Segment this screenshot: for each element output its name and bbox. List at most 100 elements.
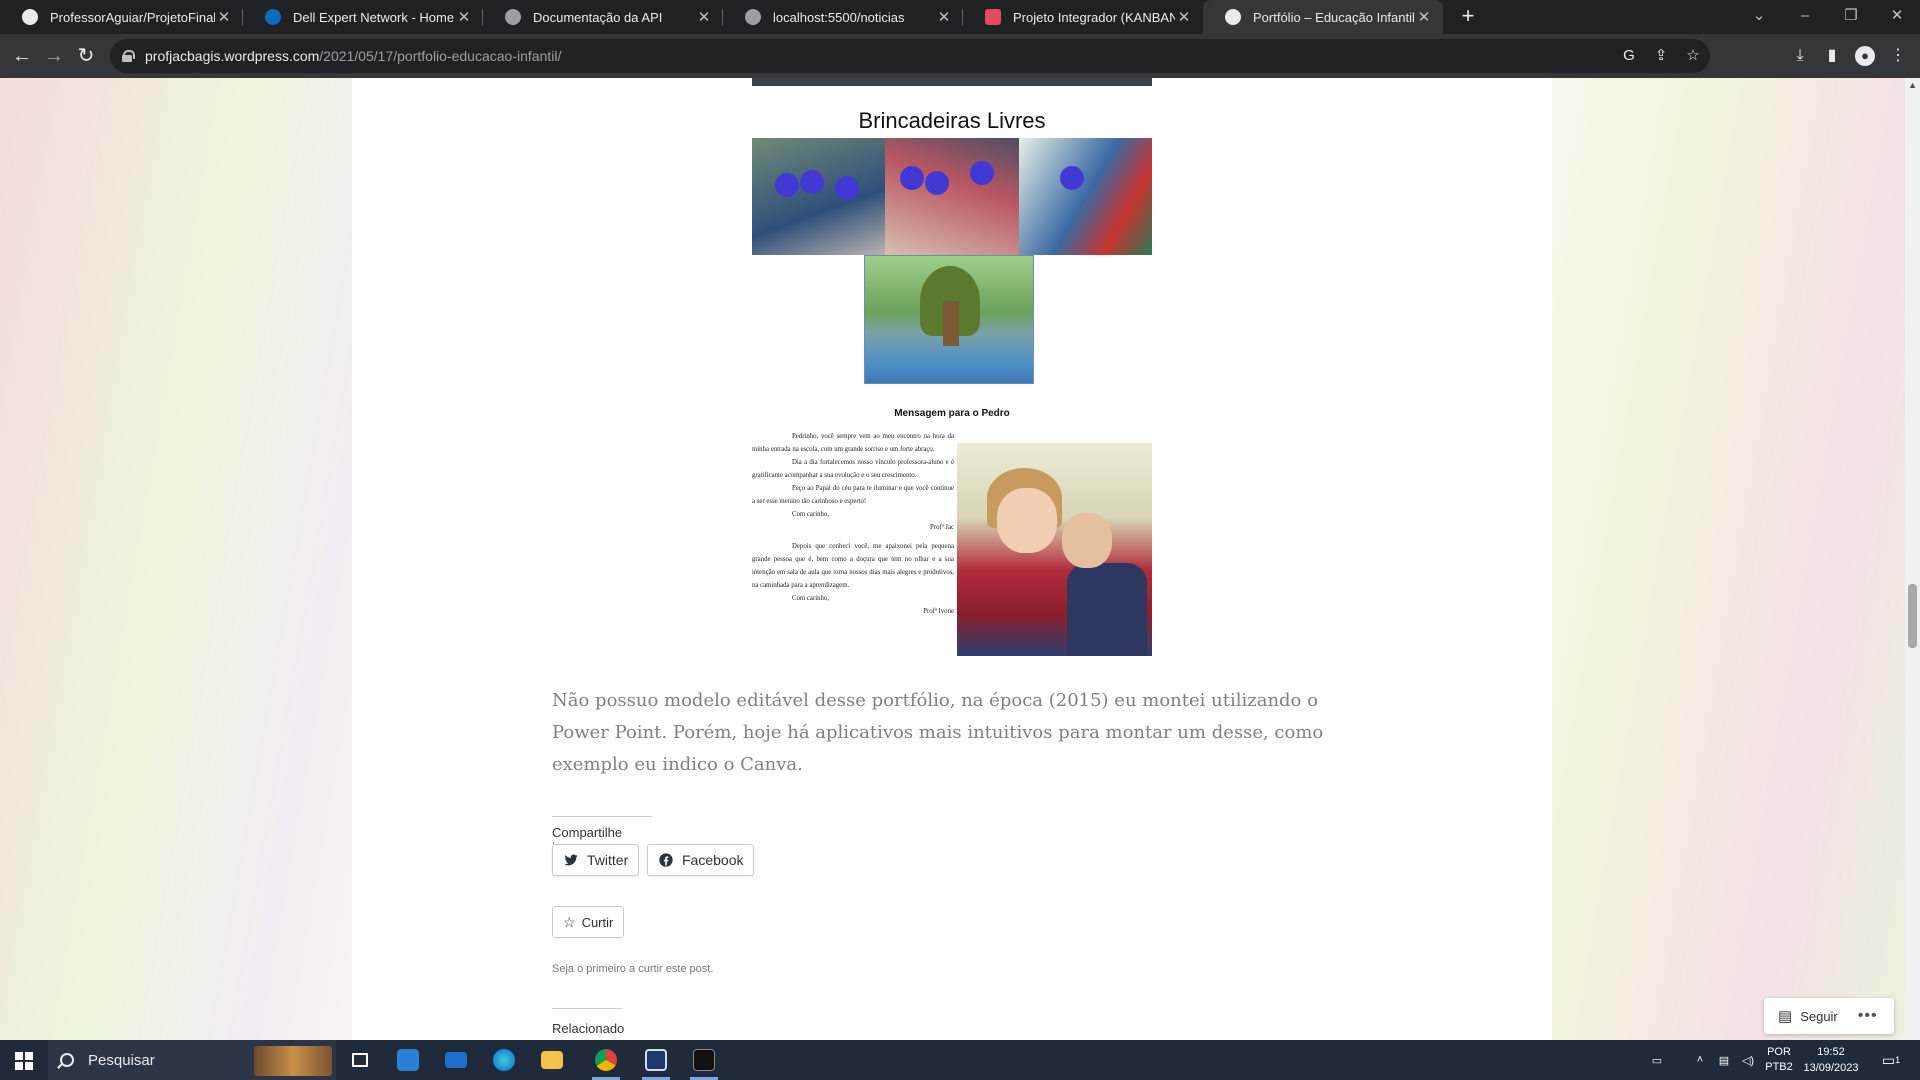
share-facebook-button[interactable]: Facebook (647, 844, 755, 876)
taskbar-store[interactable] (384, 1040, 432, 1080)
download-icon[interactable]: ⤓ (1788, 44, 1812, 68)
tray-chevron-up-icon[interactable]: ˄ (1690, 1040, 1710, 1080)
menu-kebab-icon[interactable]: ⋮ (1886, 44, 1910, 68)
scrollbar-thumb[interactable] (1908, 584, 1917, 648)
taskbar-mail[interactable] (432, 1040, 480, 1080)
google-icon[interactable]: G (1618, 45, 1640, 67)
scroll-up-arrow-icon[interactable]: ▲ (1908, 80, 1917, 90)
face-blur (970, 161, 994, 185)
tray-display-icon[interactable]: ▭ (1642, 1040, 1672, 1080)
letter-paragraph: Dia a dia fortalecemos nosso vínculo pro… (752, 459, 954, 479)
taskbar-edge[interactable] (480, 1040, 528, 1080)
clock-time: 19:52 (1817, 1046, 1845, 1058)
post-paragraph: Não possuo modelo editável desse portfól… (552, 690, 1324, 775)
photo-detail (1067, 563, 1147, 656)
close-icon[interactable]: ✕ (1415, 8, 1433, 26)
share-icon[interactable]: ⇪ (1650, 45, 1672, 67)
taskbar-app[interactable] (632, 1040, 680, 1080)
collage-photo-3 (1018, 138, 1152, 255)
language-code: POR (1767, 1046, 1791, 1058)
new-tab-button[interactable]: + (1455, 4, 1481, 30)
task-view-button[interactable] (336, 1040, 384, 1080)
tab-api-docs[interactable]: Documentação da API ✕ (483, 0, 723, 34)
side-panel-icon[interactable]: ▮ (1820, 44, 1844, 68)
storybook-illustration-image[interactable] (864, 255, 1034, 384)
collage-photo-2 (885, 138, 1019, 255)
tab-github[interactable]: ProfessorAguiar/ProjetoFinal-NI ✕ (0, 0, 243, 34)
tab-title: ProfessorAguiar/ProjetoFinal-NI (50, 9, 215, 25)
search-highlight-image (254, 1046, 332, 1076)
collage-photo-1 (752, 138, 886, 255)
tab-strip: ProfessorAguiar/ProjetoFinal-NI ✕ Dell E… (0, 0, 1920, 34)
url-text[interactable]: profjacbagis.wordpress.com/2021/05/17/po… (145, 48, 561, 64)
tab-title: localhost:5500/noticias (773, 9, 905, 25)
close-icon[interactable]: ✕ (215, 8, 233, 26)
close-window-button[interactable]: ✕ (1874, 0, 1920, 34)
windows-start-button[interactable] (0, 1040, 48, 1080)
tab-title: Documentação da API (533, 9, 663, 25)
letter-closing: Com carinho, (792, 511, 829, 518)
notification-center-icon[interactable]: ▭ 1 (1874, 1040, 1908, 1080)
tree-trunk-illustration (943, 301, 959, 346)
keyboard-layout: PTB2 (1765, 1061, 1793, 1073)
language-indicator[interactable]: POR PTB2 (1762, 1040, 1796, 1080)
page-viewport: Brincadeiras Livres Mensagem para o Pedr… (0, 78, 1920, 1040)
lock-icon[interactable] (122, 50, 135, 62)
tab-search-icon[interactable]: ⌄ (1736, 0, 1782, 34)
close-icon[interactable]: ✕ (455, 8, 473, 26)
face-blur (835, 176, 859, 200)
page-scrollbar[interactable]: ▲ (1905, 78, 1920, 1040)
profile-avatar-icon[interactable]: ● (1855, 46, 1875, 66)
follow-widget[interactable]: ▤ Seguir ••• (1764, 998, 1894, 1034)
facebook-icon (659, 853, 673, 867)
forward-arrow-icon[interactable]: → (40, 42, 68, 70)
taskbar-search-box[interactable]: Pesquisar (48, 1040, 336, 1080)
windows-logo-icon (25, 1062, 33, 1070)
app-window-icon (645, 1049, 667, 1071)
browser-toolbar: ← → ↻ profjacbagis.wordpress.com/2021/05… (0, 34, 1920, 78)
bookmark-star-icon[interactable]: ☆ (1682, 45, 1704, 67)
close-icon[interactable]: ✕ (935, 8, 953, 26)
reload-icon[interactable]: ↻ (72, 42, 100, 70)
letter-paragraph: Depois que conheci você, me apaixonei pe… (752, 543, 954, 589)
letter-closing: Com carinho, (792, 595, 829, 602)
restore-button[interactable]: ❐ (1828, 0, 1874, 34)
terminal-icon (693, 1049, 715, 1071)
follow-button[interactable]: Seguir (1800, 1009, 1838, 1024)
close-icon[interactable]: ✕ (695, 8, 713, 26)
share-twitter-button[interactable]: Twitter (552, 844, 640, 876)
tab-dell[interactable]: Dell Expert Network - Home ✕ (243, 0, 483, 34)
tab-localhost[interactable]: localhost:5500/noticias ✕ (723, 0, 963, 34)
letter-paragraph: Peço ao Papai do céu para te iluminar e … (752, 485, 954, 505)
tab-trello[interactable]: Projeto Integrador (KANBAN) | Tr ✕ (963, 0, 1203, 34)
photo-detail (1062, 513, 1112, 568)
github-icon (22, 9, 38, 25)
letter-text: Pedrinho, você sempre vem ao meu encontr… (752, 430, 954, 618)
wordpress-icon (1225, 9, 1241, 25)
tab-portfolio[interactable]: Portfólio – Educação Infantil – Pro ✕ (1203, 0, 1443, 34)
brincadeiras-collage-image[interactable] (752, 138, 1152, 255)
back-arrow-icon[interactable]: ← (8, 42, 36, 70)
mail-icon (445, 1052, 467, 1068)
globe-icon (505, 9, 521, 25)
letter-paragraph: Pedrinho, você sempre vem ao meu encontr… (752, 433, 954, 453)
like-button[interactable]: ☆ Curtir (552, 906, 625, 938)
address-bar[interactable]: profjacbagis.wordpress.com/2021/05/17/po… (110, 39, 1710, 73)
more-options-icon[interactable]: ••• (1858, 1007, 1878, 1025)
tab-title: Portfólio – Educação Infantil – Pro (1253, 9, 1415, 25)
close-icon[interactable]: ✕ (1175, 8, 1193, 26)
folder-icon (541, 1051, 563, 1069)
chrome-icon (595, 1049, 617, 1071)
taskbar-terminal[interactable] (680, 1040, 728, 1080)
windows-logo-icon (15, 1052, 23, 1060)
volume-icon[interactable]: ◁) (1736, 1040, 1760, 1080)
minimize-button[interactable]: – (1782, 0, 1828, 34)
related-heading: Relacionado (552, 1008, 624, 1036)
face-blur (800, 170, 824, 194)
network-icon[interactable]: ▤ (1712, 1040, 1736, 1080)
taskbar-chrome[interactable] (582, 1040, 630, 1080)
windows-logo-icon (25, 1052, 33, 1060)
taskbar-file-explorer[interactable] (528, 1040, 576, 1080)
system-clock[interactable]: 19:52 13/09/2023 (1796, 1044, 1866, 1076)
teachers-selfie-photo[interactable] (957, 443, 1152, 656)
